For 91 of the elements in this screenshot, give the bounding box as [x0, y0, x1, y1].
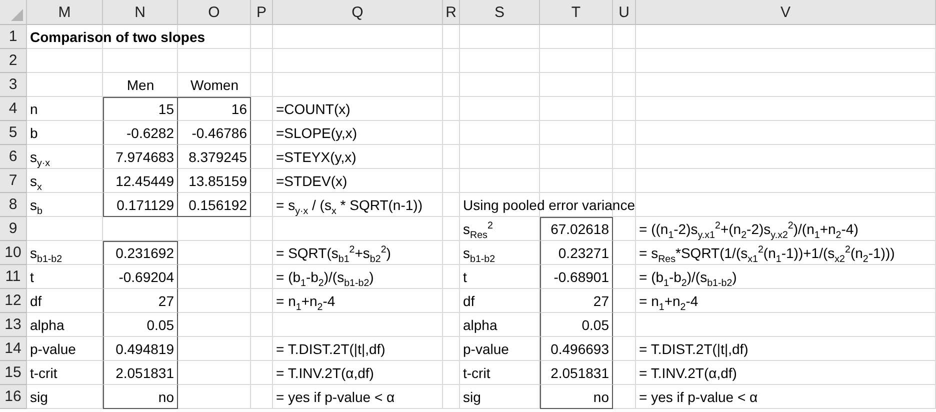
- row-number[interactable]: 14: [0, 337, 27, 361]
- row-number[interactable]: 9: [0, 217, 27, 241]
- row-number[interactable]: 2: [0, 49, 27, 73]
- formula-text: = yes if p-value < α: [639, 388, 758, 406]
- row-label: t-crit: [463, 364, 490, 382]
- row-label: s$_{x}$: [30, 172, 42, 190]
- formula-text: =COUNT(x): [276, 100, 350, 118]
- value-cell: 7.974683: [103, 145, 178, 169]
- formula-text: =STEYX(y,x): [276, 148, 356, 166]
- value-cell: 0.494819: [103, 337, 178, 361]
- value-cell: 27: [540, 289, 613, 313]
- formula-text: = yes if p-value < α: [276, 388, 395, 406]
- row-number[interactable]: 13: [0, 313, 27, 337]
- row-label: alpha: [463, 316, 498, 334]
- value-cell: 2.051831: [540, 361, 613, 385]
- row-number[interactable]: 6: [0, 145, 27, 169]
- value-cell: 12.45449: [103, 169, 178, 193]
- row-label: sig: [30, 388, 48, 406]
- column-header[interactable]: M: [27, 0, 103, 25]
- formula-text: = T.INV.2T(α,df): [276, 364, 374, 382]
- row-label: sig: [463, 388, 481, 406]
- value-cell: 0.496693: [540, 337, 613, 361]
- row-number[interactable]: 15: [0, 361, 27, 385]
- value-cell: -0.6282: [103, 121, 178, 145]
- value-cell: 0.05: [540, 313, 613, 337]
- value-cell: 67.02618: [540, 217, 613, 241]
- row-label: s$_{b}$: [30, 196, 42, 214]
- value-cell: 0.23271: [540, 241, 613, 265]
- value-cell: 16: [178, 97, 251, 121]
- formula-text: = T.DIST.2T(|t|,df): [639, 340, 748, 358]
- row-label: df: [30, 292, 42, 310]
- row-number[interactable]: 3: [0, 73, 27, 97]
- column-header[interactable]: U: [613, 0, 636, 25]
- value-cell: 0.171129: [103, 193, 178, 217]
- value-cell: 2.051831: [103, 361, 178, 385]
- formula-text: = SQRT(s$_{b1}$$^{2}$+s$_{b2}$$^{2}$): [276, 244, 391, 262]
- column-header[interactable]: N: [103, 0, 178, 25]
- row-label: t-crit: [30, 364, 58, 382]
- value-cell: no: [103, 385, 178, 409]
- value-cell: 0.05: [103, 313, 178, 337]
- row-number[interactable]: 1: [0, 25, 27, 49]
- formula-text: = n$_{1}$+n$_{2}$-4: [639, 292, 698, 310]
- value-cell: 15: [103, 97, 178, 121]
- triangle-icon: [11, 9, 23, 21]
- row-label: b: [30, 124, 38, 142]
- column-header[interactable]: R: [443, 0, 460, 25]
- value-cell: -0.68901: [540, 265, 613, 289]
- column-label: Men: [126, 76, 154, 94]
- row-label: n: [30, 100, 38, 118]
- column-header[interactable]: Q: [273, 0, 443, 25]
- row-label: s$_{b1-b2}$: [463, 244, 496, 262]
- formula-text: = T.DIST.2T(|t|,df): [276, 340, 386, 358]
- row-label: df: [463, 292, 475, 310]
- value-cell: no: [540, 385, 613, 409]
- column-header[interactable]: V: [636, 0, 936, 25]
- row-number[interactable]: 16: [0, 385, 27, 409]
- column-header[interactable]: T: [540, 0, 613, 25]
- column-header[interactable]: P: [251, 0, 273, 25]
- column-header[interactable]: S: [460, 0, 540, 25]
- row-label: Using pooled error variance: [463, 196, 635, 214]
- row-number[interactable]: 5: [0, 121, 27, 145]
- sheet-title: Comparison of two slopes: [30, 28, 206, 46]
- row-label: p-value: [463, 340, 509, 358]
- row-number[interactable]: 12: [0, 289, 27, 313]
- formula-text: = s$_{Res}$*SQRT(1/(s$_{x1}$$^{2}$(n$_{1}$-1))+1/(s$_{x2}$$^{2}$(n$_{2}$-1))): [639, 244, 895, 262]
- row-label: t: [30, 268, 34, 286]
- row-label: s$_{b1-b2}$: [30, 244, 62, 262]
- value-cell: -0.69204: [103, 265, 178, 289]
- value-cell: 0.156192: [178, 193, 251, 217]
- row-number[interactable]: 8: [0, 193, 27, 217]
- formula-text: = n$_{1}$+n$_{2}$-4: [276, 292, 336, 310]
- row-label: t: [463, 268, 467, 286]
- formula-text: = s$_{y·x}$ / (s$_{x}$ * SQRT(n-1)): [276, 196, 422, 214]
- row-label: s$_{y·x}$: [30, 148, 50, 166]
- value-cell: 27: [103, 289, 178, 313]
- formula-text: =STDEV(x): [276, 172, 348, 190]
- formula-text: = (b$_{1}$-b$_{2}$)/(s$_{b1-b2}$): [276, 268, 374, 286]
- formula-text: =SLOPE(y,x): [276, 124, 358, 142]
- value-cell: 0.231692: [103, 241, 178, 265]
- formula-text: = T.INV.2T(α,df): [639, 364, 737, 382]
- formula-text: = (b$_{1}$-b$_{2}$)/(s$_{b1-b2}$): [639, 268, 737, 286]
- row-number[interactable]: 7: [0, 169, 27, 193]
- row-label: p-value: [30, 340, 76, 358]
- row-label: alpha: [30, 316, 64, 334]
- column-header[interactable]: O: [178, 0, 251, 25]
- row-number[interactable]: 4: [0, 97, 27, 121]
- select-all-button[interactable]: [0, 0, 27, 25]
- row-number[interactable]: 11: [0, 265, 27, 289]
- column-label: Women: [190, 76, 238, 94]
- formula-text: = ((n$_{1}$-2)s$_{y.x1}$$^{2}$+(n$_{2}$-2)s$_{y.x2}$$^{2}$)/(n$_{1}$+n$_{2}$-4): [639, 220, 858, 238]
- row-number[interactable]: 10: [0, 241, 27, 265]
